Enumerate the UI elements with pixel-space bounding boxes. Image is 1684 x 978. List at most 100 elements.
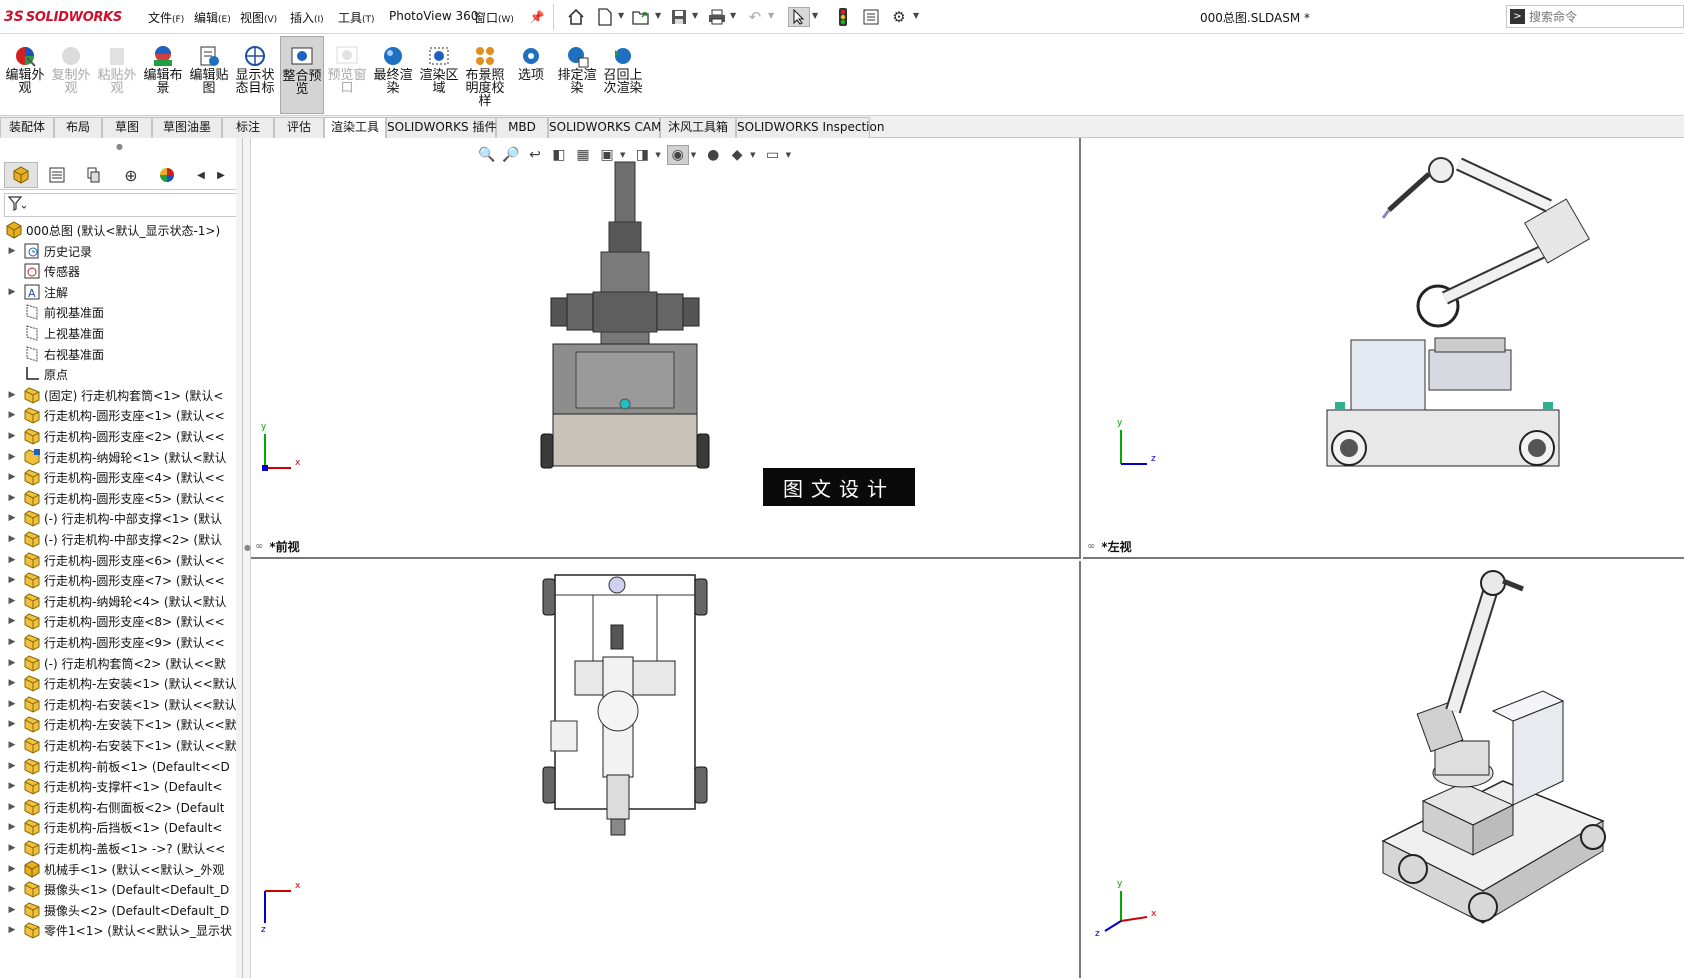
expand-arrow-icon[interactable]: ▶ — [6, 802, 18, 812]
chevron-down-icon[interactable]: ▼ — [692, 11, 698, 20]
solidworks-logo[interactable]: 3S SOLIDWORKS — [4, 7, 122, 27]
tree-root[interactable]: 000总图 (默认<默认_显示状态-1>) — [0, 219, 242, 241]
tree-item[interactable]: 传感器 — [0, 260, 242, 282]
ribbon-button-schedule-render[interactable]: 排定渲染 — [556, 36, 598, 114]
gear-icon[interactable]: ⚙ — [888, 7, 910, 27]
dimxpert-tab-icon[interactable]: ⊕ — [114, 162, 148, 188]
dynamic-annotation-icon[interactable]: ▦ — [572, 145, 594, 165]
expand-arrow-icon[interactable]: ▶ — [6, 781, 18, 791]
tree-item[interactable]: ▶ 行走机构-圆形支座<7> (默认<< — [0, 569, 242, 591]
apply-scene-icon[interactable]: ◆ — [726, 145, 748, 165]
chevron-left-icon[interactable]: ◀ — [192, 162, 210, 188]
expand-arrow-icon[interactable]: ▶ — [6, 390, 18, 400]
tree-item[interactable]: ▶ 行走机构-圆形支座<1> (默认<< — [0, 404, 242, 426]
chevron-down-icon[interactable]: ▼ — [618, 11, 624, 20]
ribbon-button-final-render[interactable]: 最终渲染 — [372, 36, 414, 114]
expand-arrow-icon[interactable]: ▶ — [6, 637, 18, 647]
configuration-manager-tab-icon[interactable] — [76, 162, 110, 188]
expand-arrow-icon[interactable]: ▶ — [6, 534, 18, 544]
expand-arrow-icon[interactable]: ▶ — [6, 410, 18, 420]
ribbon-button-render-region[interactable]: 渲染区域 — [418, 36, 460, 114]
top-view-model[interactable] — [251, 561, 1081, 978]
tree-item[interactable]: ▶ 历史记录 — [0, 240, 242, 262]
zoom-to-fit-icon[interactable]: 🔍 — [476, 145, 498, 165]
view-orientation-icon[interactable]: ▣ — [596, 145, 618, 165]
tab-11[interactable]: SOLIDWORKS Inspection — [736, 117, 884, 138]
tab-1[interactable]: 布局 — [54, 117, 102, 138]
tab-9[interactable]: SOLIDWORKS CAM — [548, 117, 661, 138]
tree-item[interactable]: ▶ 行走机构-盖板<1> ->? (默认<< — [0, 837, 242, 859]
tab-2[interactable]: 草图 — [102, 117, 152, 138]
chevron-down-icon[interactable]: ▼ — [620, 151, 625, 159]
tree-item[interactable]: ▶ 摄像头<2> (Default<Default_D — [0, 899, 242, 921]
feature-manager-tab-icon[interactable] — [4, 162, 38, 188]
ribbon-button-integrated-preview[interactable]: 整合预览 — [280, 36, 324, 114]
home-icon[interactable] — [565, 7, 587, 27]
tree-filter[interactable] — [4, 193, 239, 217]
tab-0[interactable]: 装配体 — [0, 117, 54, 138]
expand-arrow-icon[interactable]: ▶ — [6, 740, 18, 750]
rebuild-traffic-light-icon[interactable] — [832, 7, 854, 27]
ribbon-button-recall-last-render[interactable]: 召回上次渲染 — [602, 36, 644, 114]
previous-view-icon[interactable]: ↩ — [524, 145, 546, 165]
tree-item[interactable]: 右视基准面 — [0, 343, 242, 365]
save-icon[interactable] — [668, 7, 690, 27]
tab-7[interactable]: SOLIDWORKS 插件 — [386, 117, 496, 138]
undo-icon[interactable]: ↶ — [744, 7, 766, 27]
ribbon-button-options[interactable]: 选项 — [510, 36, 552, 114]
open-document-icon[interactable] — [630, 7, 652, 27]
tree-item[interactable]: ▶ 行走机构-圆形支座<9> (默认<< — [0, 631, 242, 653]
search-command-box[interactable]: > — [1506, 5, 1684, 28]
ribbon-button-copy-appearance[interactable]: 复制外观 — [50, 36, 92, 114]
ribbon-button-display-state-target[interactable]: 显示状态目标 — [234, 36, 276, 114]
expand-arrow-icon[interactable]: ▶ — [6, 555, 18, 565]
tree-item[interactable]: ▶ 行走机构-圆形支座<5> (默认<< — [0, 487, 242, 509]
chevron-down-icon[interactable]: ▼ — [768, 11, 774, 20]
tree-item[interactable]: 上视基准面 — [0, 322, 242, 344]
view-glasses-icon[interactable]: ∞ — [255, 541, 263, 552]
expand-arrow-icon[interactable]: ▶ — [6, 246, 18, 256]
expand-arrow-icon[interactable]: ▶ — [6, 678, 18, 688]
panel-splitter[interactable]: ● — [243, 138, 251, 978]
tree-item[interactable]: ▶ (-) 行走机构-中部支撑<1> (默认 — [0, 507, 242, 529]
expand-arrow-icon[interactable]: ▶ — [6, 452, 18, 462]
expand-arrow-icon[interactable]: ▶ — [6, 658, 18, 668]
tree-item[interactable]: ▶ 行走机构-右安装下<1> (默认<<默 — [0, 734, 242, 756]
tree-item[interactable]: ▶ 行走机构-圆形支座<2> (默认<< — [0, 425, 242, 447]
tree-item[interactable]: ▶ 行走机构-前板<1> (Default<<D — [0, 755, 242, 777]
expand-arrow-icon[interactable]: ▶ — [6, 843, 18, 853]
ribbon-button-edit-appearance[interactable]: 编辑外观 — [4, 36, 46, 114]
expand-arrow-icon[interactable]: ▶ — [6, 287, 18, 297]
zoom-to-area-icon[interactable]: 🔎 — [500, 145, 522, 165]
tab-6[interactable]: 渲染工具 — [324, 117, 386, 138]
menu-edit[interactable]: 编辑(E) — [194, 9, 231, 26]
select-pointer-icon[interactable] — [788, 7, 810, 27]
tree-item[interactable]: ▶ 行走机构-支撑杆<1> (Default< — [0, 775, 242, 797]
search-input[interactable] — [1529, 7, 1679, 26]
chevron-down-icon[interactable]: ▼ — [655, 151, 660, 159]
tab-10[interactable]: 沐风工具箱 — [660, 117, 736, 138]
front-view-model[interactable] — [251, 138, 1081, 559]
chevron-down-icon[interactable]: ▼ — [750, 151, 755, 159]
tree-item[interactable]: ▶ (-) 行走机构套筒<2> (默认<<默 — [0, 652, 242, 674]
tree-item[interactable]: ▶ 机械手<1> (默认<<默认>_外观 — [0, 858, 242, 880]
expand-arrow-icon[interactable]: ▶ — [6, 699, 18, 709]
panel-grip-icon[interactable]: ● — [116, 142, 123, 151]
expand-arrow-icon[interactable]: ▶ — [6, 575, 18, 585]
viewport-left[interactable]: y z ∞ *左视 — [1083, 138, 1684, 559]
viewport-top[interactable]: x z — [251, 561, 1081, 978]
edit-appearance-small-icon[interactable]: ● — [702, 145, 724, 165]
new-document-icon[interactable] — [594, 7, 616, 27]
menu-window[interactable]: 窗口(W) — [474, 9, 514, 26]
tree-item[interactable]: 原点 — [0, 363, 242, 385]
graphics-area[interactable]: y x 🔍 🔎 ↩ ◧ ▦ ▣ ▼ ◨ ▼ ◉ ▼ ● ◆ ▼ ▭ ▼ 图文设计… — [251, 138, 1684, 978]
view-settings-icon[interactable]: ▭ — [762, 145, 784, 165]
expand-arrow-icon[interactable]: ▶ — [6, 493, 18, 503]
menu-file[interactable]: 文件(F) — [148, 9, 184, 26]
chevron-down-icon[interactable]: ▼ — [913, 11, 919, 20]
expand-arrow-icon[interactable]: ▶ — [6, 596, 18, 606]
isometric-view-model[interactable] — [1083, 561, 1684, 978]
viewport-isometric[interactable]: y x z — [1083, 561, 1684, 978]
expand-arrow-icon[interactable]: ▶ — [6, 925, 18, 935]
filter-icon[interactable] — [7, 196, 27, 216]
